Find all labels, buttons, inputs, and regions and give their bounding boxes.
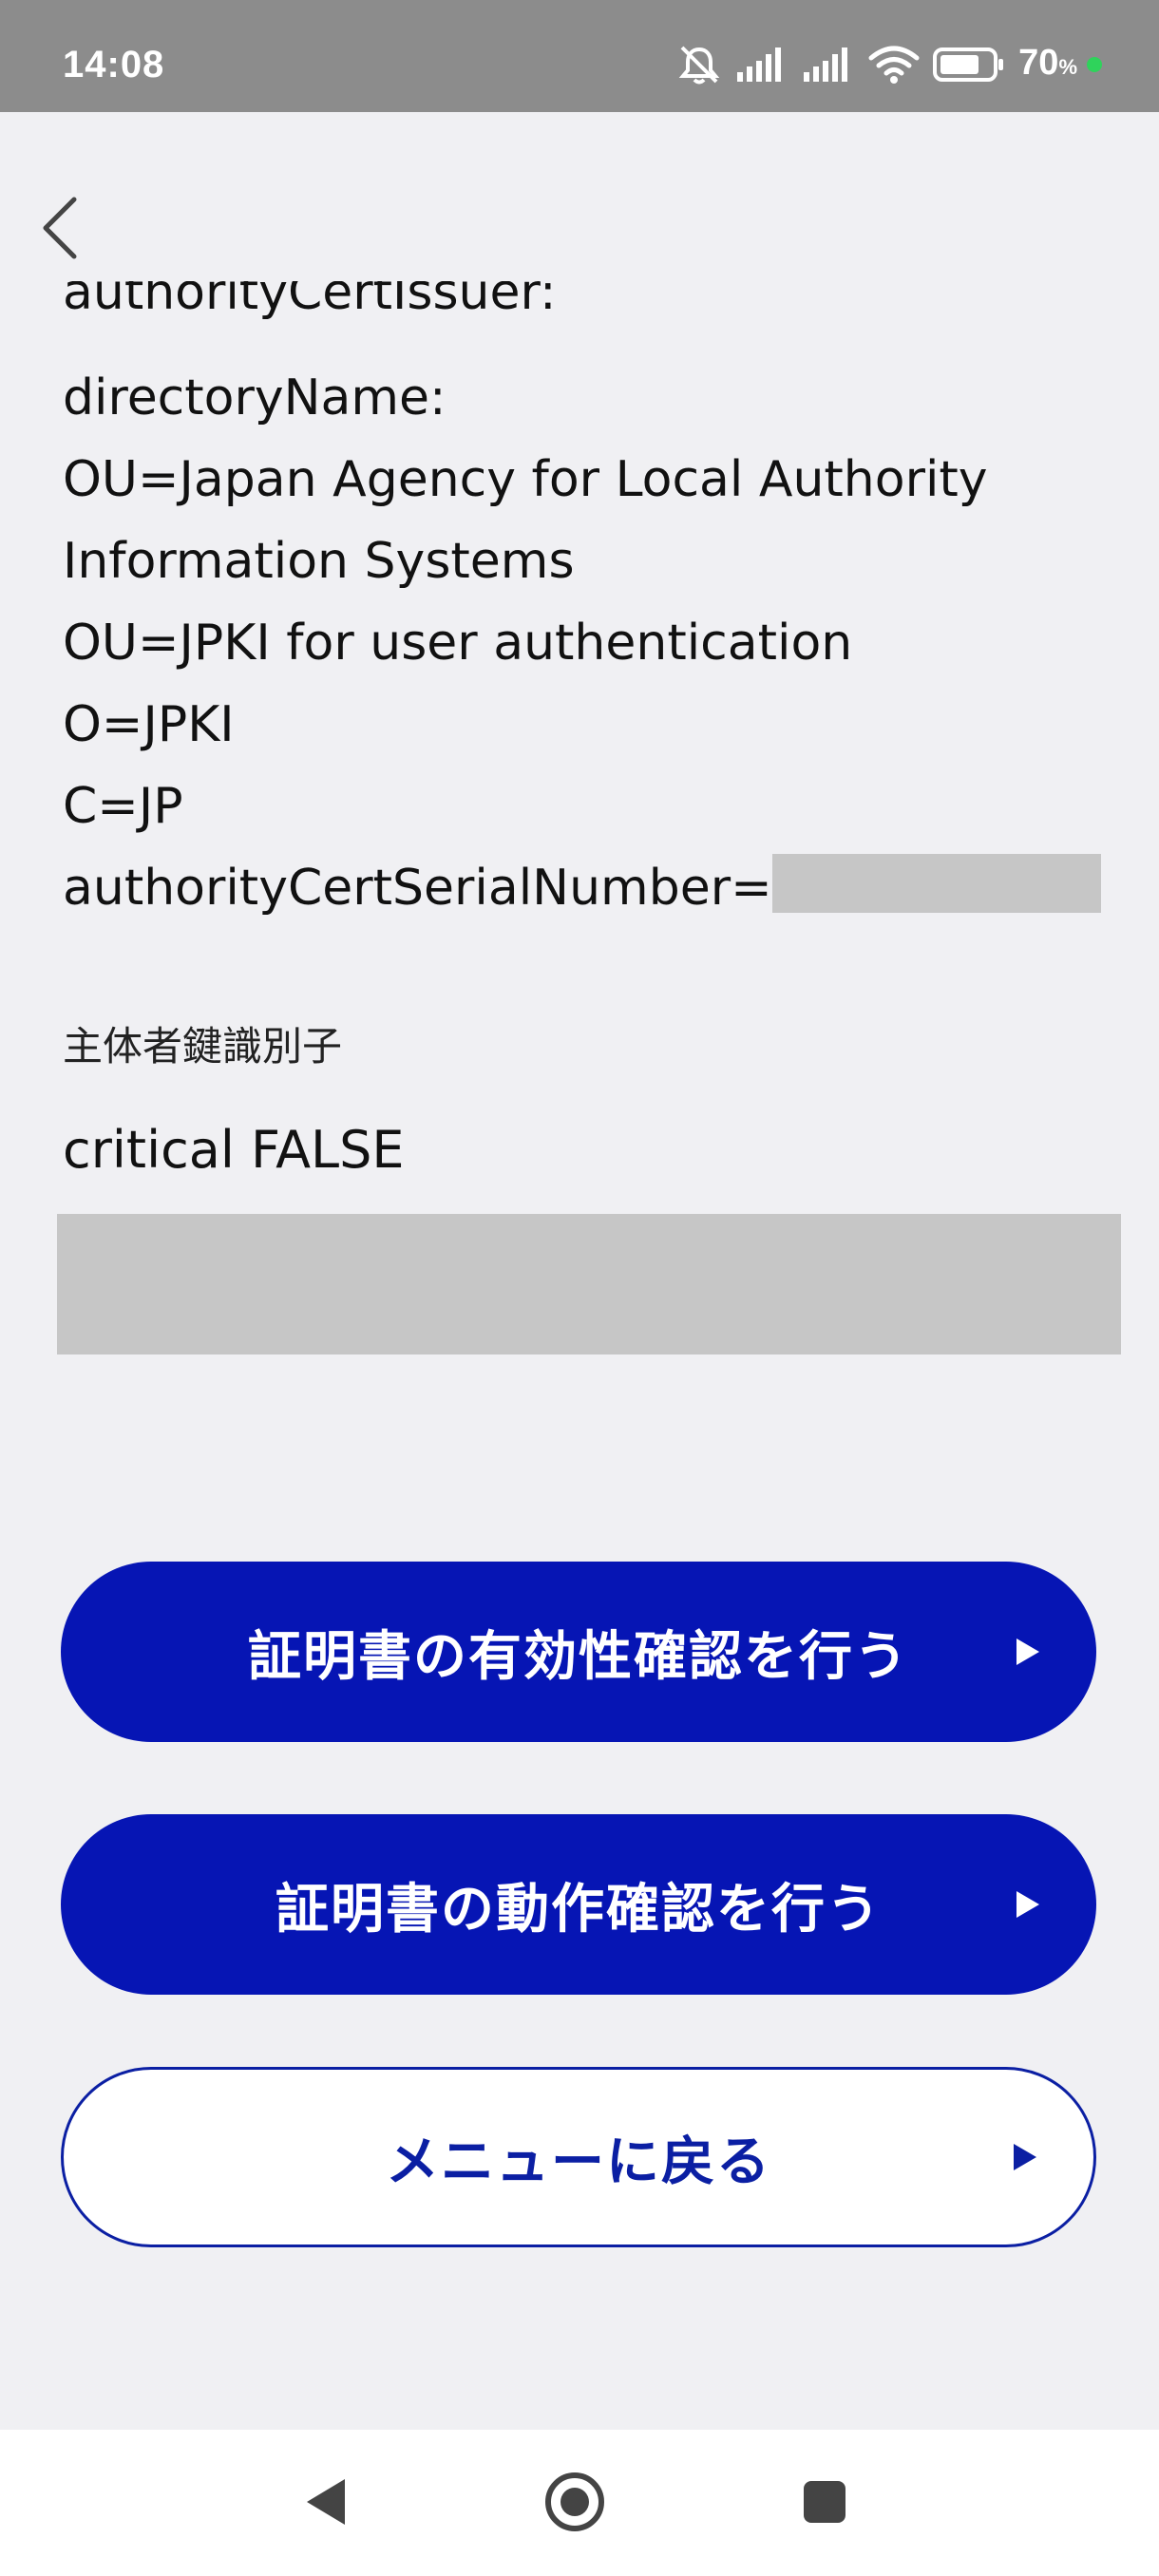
battery-level: 70%: [1018, 42, 1077, 83]
status-time: 14:08: [63, 44, 165, 85]
critical-value: critical FALSE: [63, 1120, 405, 1180]
back-button[interactable]: [30, 180, 87, 275]
operation-check-button[interactable]: 証明書の動作確認を行う: [61, 1814, 1096, 1995]
redacted-key-identifier: [57, 1214, 1121, 1354]
back-to-menu-button[interactable]: メニューに戻る: [61, 2067, 1096, 2247]
play-arrow-icon: [1014, 2144, 1036, 2170]
charging-dot-icon: [1087, 57, 1102, 72]
recents-square-icon: [804, 2481, 846, 2523]
nav-home-button[interactable]: [537, 2464, 613, 2540]
cert-line: C=JP: [63, 778, 183, 835]
status-icons: 70%: [676, 42, 1102, 87]
validity-check-label: 証明書の有効性確認を行う: [248, 1625, 909, 1688]
cert-line: O=JPKI: [63, 696, 235, 753]
cert-line: Information Systems: [63, 533, 575, 590]
status-bar: 14:08 70%: [0, 0, 1159, 112]
home-circle-icon: [545, 2472, 604, 2531]
play-arrow-icon: [1016, 1891, 1039, 1918]
cert-line-serial: authorityCertSerialNumber=: [63, 847, 1108, 929]
validity-check-button[interactable]: 証明書の有効性確認を行う: [61, 1562, 1096, 1742]
operation-check-label: 証明書の動作確認を行う: [276, 1878, 882, 1941]
mute-icon: [676, 44, 722, 85]
cert-line: OU=Japan Agency for Local Authority: [63, 451, 988, 508]
nav-recents-button[interactable]: [787, 2464, 863, 2540]
wifi-icon: [868, 45, 920, 85]
redacted-serial-number: [771, 854, 1101, 913]
cert-line: authorityCertIssuer:: [63, 281, 557, 321]
battery-icon: [933, 47, 1005, 82]
back-to-menu-label: メニューに戻る: [386, 2131, 771, 2193]
nav-back-button[interactable]: [287, 2464, 363, 2540]
signal-icon: [735, 46, 788, 84]
back-triangle-icon: [307, 2479, 345, 2525]
signal-icon: [802, 46, 855, 84]
cert-line: directoryName:: [63, 369, 446, 426]
certificate-extension-text: authorityCertIssuer: directoryName: OU=J…: [63, 275, 1108, 929]
chevron-left-icon: [43, 197, 77, 259]
cert-line: OU=JPKI for user authentication: [63, 615, 853, 672]
play-arrow-icon: [1016, 1638, 1039, 1665]
system-navigation-bar: [0, 2430, 1159, 2576]
certificate-detail-screen: authorityCertIssuer: directoryName: OU=J…: [0, 112, 1159, 2430]
subject-key-identifier-label: 主体者鍵識別子: [63, 1023, 343, 1070]
